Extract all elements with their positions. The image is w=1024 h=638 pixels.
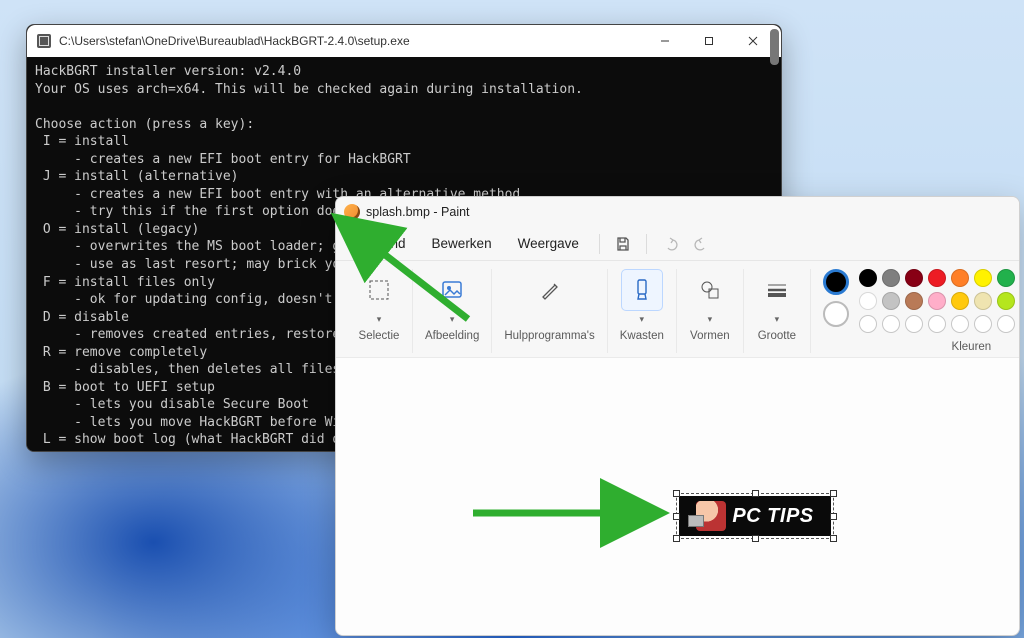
terminal-minimize-button[interactable] <box>643 26 687 56</box>
secondary-color-swatch[interactable] <box>823 301 849 327</box>
chevron-down-icon: ▾ <box>775 315 780 324</box>
color-swatch-empty[interactable] <box>905 315 923 333</box>
terminal-maximize-button[interactable] <box>687 26 731 56</box>
annotation-arrow-to-image <box>468 498 678 533</box>
primary-color-swatch[interactable] <box>823 269 849 295</box>
color-swatch[interactable] <box>997 292 1015 310</box>
color-swatch-empty[interactable] <box>997 315 1015 333</box>
canvas-image-content: PC TIPS <box>679 496 831 536</box>
paint-app-icon <box>344 204 360 220</box>
ribbon-group-shapes[interactable]: ▾ Vormen <box>677 269 744 353</box>
terminal-close-button[interactable] <box>731 26 775 56</box>
ribbon-label-brushes: Kwasten <box>620 330 664 342</box>
resize-handle-s[interactable] <box>752 535 759 542</box>
undo-button[interactable] <box>655 229 685 259</box>
color-swatch[interactable] <box>905 292 923 310</box>
color-swatch[interactable] <box>882 292 900 310</box>
color-swatch-empty[interactable] <box>974 315 992 333</box>
resize-handle-e[interactable] <box>830 513 837 520</box>
color-swatch[interactable] <box>905 269 923 287</box>
color-palette <box>859 269 1020 333</box>
terminal-scrollbar-thumb[interactable] <box>770 29 779 65</box>
terminal-app-icon <box>37 34 51 48</box>
terminal-title-text: C:\Users\stefan\OneDrive\Bureaublad\Hack… <box>59 34 410 48</box>
ribbon-group-tools[interactable]: ▾ Hulpprogramma's <box>492 269 607 353</box>
ribbon-label-colors: Kleuren <box>859 341 1020 353</box>
color-swatch-empty[interactable] <box>928 315 946 333</box>
tools-icon <box>529 269 571 311</box>
color-swatch[interactable] <box>951 292 969 310</box>
color-swatch[interactable] <box>928 292 946 310</box>
color-swatch[interactable] <box>974 269 992 287</box>
brushes-icon <box>621 269 663 311</box>
ribbon-label-tools: Hulpprogramma's <box>504 330 594 342</box>
ribbon-label-size: Grootte <box>758 330 796 342</box>
annotation-arrow-to-menu <box>363 237 483 332</box>
color-swatch-empty[interactable] <box>859 315 877 333</box>
menu-separator <box>599 234 600 254</box>
size-icon <box>756 269 798 311</box>
mascot-icon <box>696 501 726 531</box>
resize-handle-nw[interactable] <box>673 490 680 497</box>
chevron-down-icon: ▾ <box>640 315 645 324</box>
color-swatch-empty[interactable] <box>951 315 969 333</box>
color-swatch[interactable] <box>928 269 946 287</box>
paint-canvas[interactable]: PC TIPS <box>336 358 1019 635</box>
shapes-icon <box>689 269 731 311</box>
canvas-image-text: PC TIPS <box>732 506 813 526</box>
color-swatch[interactable] <box>951 269 969 287</box>
menu-separator-2 <box>646 234 647 254</box>
ribbon-label-shapes: Vormen <box>690 330 730 342</box>
color-swatch[interactable] <box>997 269 1015 287</box>
save-button[interactable] <box>608 229 638 259</box>
resize-handle-ne[interactable] <box>830 490 837 497</box>
menu-view[interactable]: Weergave <box>506 231 591 256</box>
ribbon-group-colors: Kleuren <box>811 269 1009 353</box>
resize-handle-sw[interactable] <box>673 535 680 542</box>
ribbon-group-size[interactable]: ▾ Grootte <box>744 269 811 353</box>
redo-button[interactable] <box>687 229 717 259</box>
resize-handle-n[interactable] <box>752 490 759 497</box>
color-swatch[interactable] <box>859 269 877 287</box>
paint-titlebar[interactable]: splash.bmp - Paint <box>336 197 1019 227</box>
paint-title-text: splash.bmp - Paint <box>366 205 470 219</box>
color-swatch[interactable] <box>882 269 900 287</box>
color-swatch[interactable] <box>974 292 992 310</box>
terminal-titlebar[interactable]: C:\Users\stefan\OneDrive\Bureaublad\Hack… <box>27 25 781 57</box>
color-swatch-empty[interactable] <box>882 315 900 333</box>
resize-handle-se[interactable] <box>830 535 837 542</box>
ribbon-group-brushes[interactable]: ▾ Kwasten <box>608 269 677 353</box>
canvas-selection-box[interactable]: PC TIPS <box>676 493 834 539</box>
color-swatch[interactable] <box>859 292 877 310</box>
chevron-down-icon: ▾ <box>708 315 713 324</box>
